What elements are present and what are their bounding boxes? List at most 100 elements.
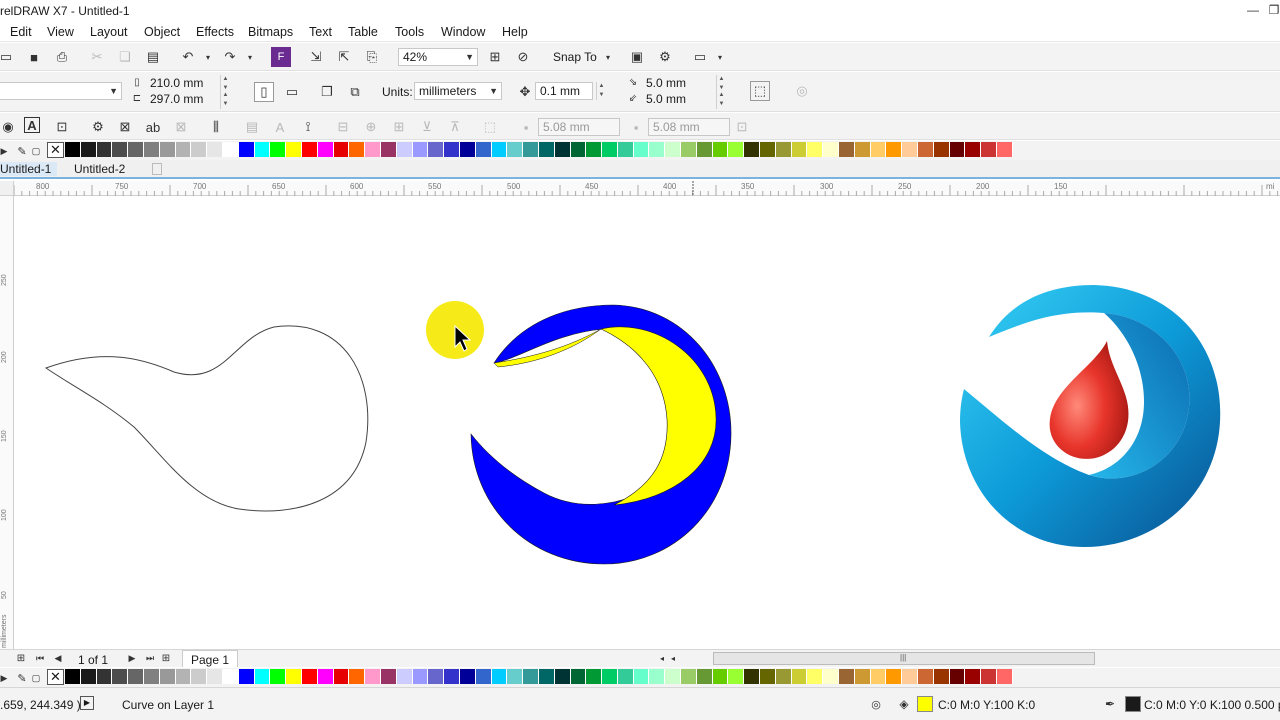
color-swatch[interactable] (128, 142, 144, 157)
color-swatch[interactable] (981, 669, 998, 684)
color-swatch[interactable] (918, 142, 934, 157)
color-swatch[interactable] (112, 142, 129, 157)
landscape-icon[interactable]: ▭ (282, 82, 302, 102)
menu-table[interactable]: Table (348, 25, 378, 39)
color-swatch[interactable] (712, 669, 729, 684)
show-rulers-icon[interactable]: ⊘ (513, 47, 533, 67)
color-swatch[interactable] (96, 669, 113, 684)
print-icon[interactable]: ⎙ (52, 47, 72, 67)
minimize-button[interactable]: — (1245, 2, 1261, 18)
page-options-icon[interactable]: ◎ (792, 81, 812, 101)
color-swatch[interactable] (65, 142, 81, 157)
color-swatch[interactable] (444, 669, 460, 684)
spacing-a-input[interactable]: 5.08 mm (538, 118, 620, 136)
color-swatch[interactable] (760, 142, 776, 157)
color-swatch[interactable] (475, 142, 492, 157)
page-tab-1[interactable]: Page 1 (182, 650, 239, 667)
paste-icon[interactable]: ▤ (143, 47, 163, 67)
spacing-b-input[interactable]: 5.08 mm (648, 118, 730, 136)
color-swatch[interactable] (444, 142, 460, 157)
outline-color-swatch[interactable] (1125, 696, 1141, 712)
color-swatch[interactable] (112, 669, 129, 684)
color-swatch[interactable] (854, 669, 871, 684)
last-page-icon[interactable]: ⏭ (142, 649, 158, 667)
text-tool-icon[interactable]: A (24, 117, 40, 133)
horizontal-ruler[interactable]: 800 750 700 650 600 550 500 450 400 350 … (14, 181, 1280, 196)
zoom-level-dropdown[interactable]: 42% ▼ (398, 48, 478, 66)
publish-pdf-icon[interactable]: ⎘ (362, 47, 382, 67)
fill-bucket-icon[interactable]: ◈ (894, 694, 914, 714)
menu-tools[interactable]: Tools (395, 25, 424, 39)
color-swatch[interactable] (207, 142, 223, 157)
restore-button[interactable]: ❐ (1266, 2, 1280, 18)
horizontal-scrollbar-thumb[interactable]: ||| (713, 652, 1095, 665)
drawing-canvas[interactable] (14, 197, 1280, 649)
delete-icon[interactable]: ⊠ (171, 117, 191, 137)
duplicate-y-spinner[interactable]: ▲ ▼ (716, 91, 726, 109)
color-swatch[interactable] (633, 142, 650, 157)
color-swatch[interactable] (380, 669, 397, 684)
color-swatch[interactable] (349, 142, 366, 157)
color-swatch[interactable] (807, 142, 824, 157)
nudge-distance-input[interactable]: 0.1 mm (535, 82, 593, 100)
no-fill-swatch[interactable]: ✕ (47, 669, 64, 685)
color-swatch[interactable] (365, 669, 381, 684)
current-page-icon[interactable]: ⧉ (345, 82, 365, 102)
color-swatch[interactable] (143, 669, 160, 684)
color-swatch[interactable] (949, 142, 966, 157)
page-size-dropdown[interactable]: ▼ (0, 82, 122, 100)
color-swatch[interactable] (775, 669, 792, 684)
palette-scroll-icon[interactable]: ▶ (0, 668, 10, 688)
order-icon[interactable]: ⬚ (480, 117, 500, 137)
align-text-icon[interactable]: A (270, 117, 290, 137)
color-swatch[interactable] (602, 669, 618, 684)
save-icon[interactable]: ■ (24, 47, 44, 67)
color-swatch[interactable] (870, 142, 887, 157)
color-swatch[interactable] (902, 669, 919, 684)
color-swatch[interactable] (365, 142, 381, 157)
align-right-icon[interactable]: ⊞ (389, 117, 409, 137)
color-swatch[interactable] (823, 669, 840, 684)
color-swatch[interactable] (143, 142, 160, 157)
color-swatch[interactable] (728, 142, 745, 157)
color-swatch[interactable] (396, 142, 413, 157)
menu-help[interactable]: Help (502, 25, 528, 39)
abc-icon[interactable]: ab (143, 117, 163, 137)
color-swatch[interactable] (317, 142, 334, 157)
color-swatch[interactable] (459, 669, 476, 684)
palette-options-icon[interactable]: ▢ (31, 668, 41, 688)
color-swatch[interactable] (286, 669, 302, 684)
color-swatch[interactable] (665, 669, 682, 684)
target-icon[interactable]: ◎ (866, 694, 886, 714)
eyedropper-icon[interactable]: ✎ (14, 141, 30, 161)
color-swatch[interactable] (412, 669, 429, 684)
palette-swatches[interactable] (65, 669, 1280, 686)
color-swatch[interactable] (523, 142, 539, 157)
color-swatch[interactable] (538, 142, 555, 157)
color-swatch[interactable] (649, 669, 666, 684)
color-swatch[interactable] (65, 669, 81, 684)
color-swatch[interactable] (301, 669, 318, 684)
color-swatch[interactable] (791, 669, 808, 684)
treat-as-filled-icon[interactable]: ⬚ (750, 81, 770, 101)
page-height-input[interactable]: 297.0 mm (146, 91, 218, 109)
align-top-icon[interactable]: ⊻ (417, 117, 437, 137)
full-screen-icon[interactable]: ⊞ (485, 47, 505, 67)
color-swatch[interactable] (396, 669, 413, 684)
color-swatch[interactable] (918, 669, 934, 684)
paragraph-text-icon[interactable]: ⊡ (52, 117, 72, 137)
color-swatch[interactable] (839, 669, 855, 684)
welcome-screen-icon[interactable]: ▣ (627, 47, 647, 67)
color-swatch[interactable] (175, 142, 192, 157)
color-swatch[interactable] (744, 669, 761, 684)
palette-swatches[interactable] (65, 142, 1280, 159)
color-swatch[interactable] (459, 142, 476, 157)
launcher-chevron-down-icon[interactable]: ▾ (710, 47, 730, 67)
scroll-left-arrow-icon[interactable]: ◂ (668, 649, 678, 667)
color-swatch[interactable] (554, 669, 571, 684)
color-swatch[interactable] (191, 142, 208, 157)
color-swatch[interactable] (428, 142, 445, 157)
settings-gear-icon[interactable]: ⚙ (88, 117, 108, 137)
color-swatch[interactable] (665, 142, 682, 157)
open-icon[interactable]: ▭ (0, 47, 16, 67)
